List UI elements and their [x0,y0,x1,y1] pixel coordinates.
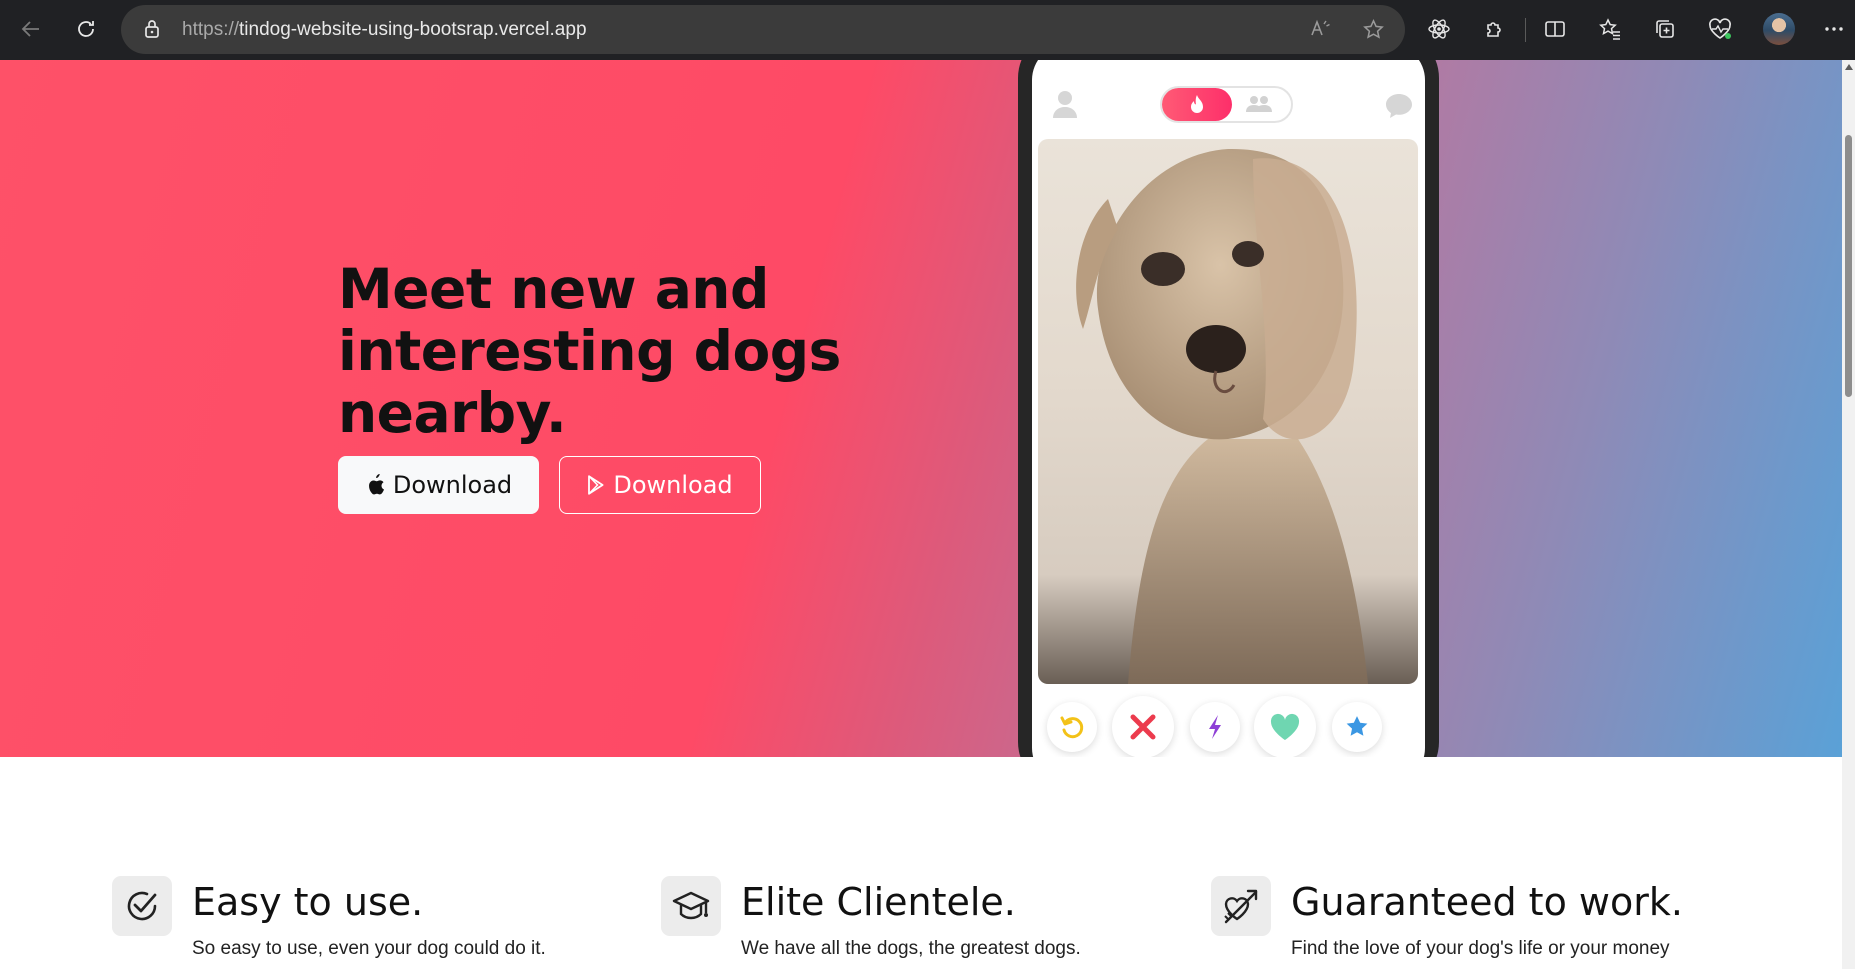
feature-title: Easy to use. [192,880,424,924]
download-play-button[interactable]: Download [559,456,761,514]
refresh-icon[interactable] [66,10,106,48]
graduation-cap-icon [661,876,721,936]
heart-arrow-icon [1211,876,1271,936]
download-apple-label: Download [392,471,513,499]
feature-title: Elite Clientele. [741,880,1016,924]
back-icon[interactable] [11,10,51,48]
more-icon[interactable] [1815,11,1853,47]
browser-toolbar: https://tindog-website-using-bootsrap.ve… [0,0,1855,60]
browser-essentials-icon[interactable] [1701,11,1739,47]
download-apple-button[interactable]: Download [338,456,539,514]
url-text: https://tindog-website-using-bootsrap.ve… [182,19,587,41]
feature-elite: Elite Clientele. We have all the dogs, t… [661,875,1181,969]
scroll-up-arrow-icon[interactable] [1845,64,1853,70]
phone-mockup [1018,60,1439,757]
read-aloud-icon[interactable] [1309,18,1331,45]
scrollbar-thumb[interactable] [1845,135,1852,397]
chat-icon [1384,92,1414,125]
toolbar-divider [1525,18,1526,42]
check-circle-icon [112,876,172,936]
feature-title: Guaranteed to work. [1291,880,1683,924]
react-devtools-icon[interactable] [1420,11,1458,47]
feature-text: We have all the dogs, the greatest dogs. [741,938,1081,959]
feature-text: So easy to use, even your dog could do i… [192,938,546,959]
download-play-label: Download [613,471,733,499]
favorites-icon[interactable] [1591,11,1629,47]
url-host: tindog-website-using-bootsrap.vercel.app [239,19,587,40]
boost-icon [1190,702,1240,752]
address-bar[interactable]: https://tindog-website-using-bootsrap.ve… [121,5,1405,54]
mode-toggle [1160,86,1293,123]
profile-avatar[interactable] [1763,13,1795,45]
google-play-icon [588,475,604,495]
hero-section: Meet new and interesting dogs nearby. Do… [0,60,1842,757]
apple-icon [368,474,384,495]
phone-screen [1032,60,1425,757]
feature-easy: Easy to use. So easy to use, even your d… [112,875,632,969]
user-icon [1052,89,1078,124]
feature-guaranteed: Guaranteed to work. Find the love of you… [1211,875,1731,969]
rewind-icon [1047,702,1097,752]
hero-title: Meet new and interesting dogs nearby. [338,257,841,445]
favorite-star-icon[interactable] [1362,18,1385,46]
collections-icon[interactable] [1646,11,1684,47]
lock-icon[interactable] [143,19,161,44]
feature-text: Find the love of your dog's life or your… [1291,938,1670,959]
split-screen-icon[interactable] [1536,11,1574,47]
extensions-icon[interactable] [1475,11,1513,47]
swipe-actions [1032,694,1425,757]
like-icon [1254,696,1316,757]
group-icon [1244,95,1274,118]
nope-icon [1112,696,1174,757]
flame-icon [1162,88,1232,121]
super-like-icon [1332,702,1382,752]
dog-photo [1038,139,1418,684]
url-scheme: https:// [182,19,240,40]
